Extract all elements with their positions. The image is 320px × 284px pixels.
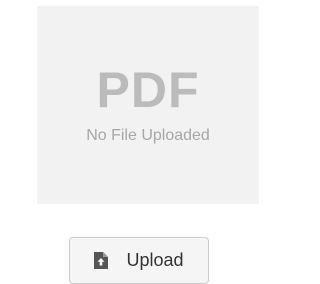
upload-button-label: Upload: [126, 250, 184, 270]
file-preview-panel: PDF No File Uploaded: [37, 6, 259, 204]
upload-button[interactable]: Upload: [69, 237, 209, 284]
file-upload-icon: [94, 252, 109, 269]
upload-status-text: No File Uploaded: [86, 127, 210, 144]
pdf-label: PDF: [96, 62, 200, 118]
